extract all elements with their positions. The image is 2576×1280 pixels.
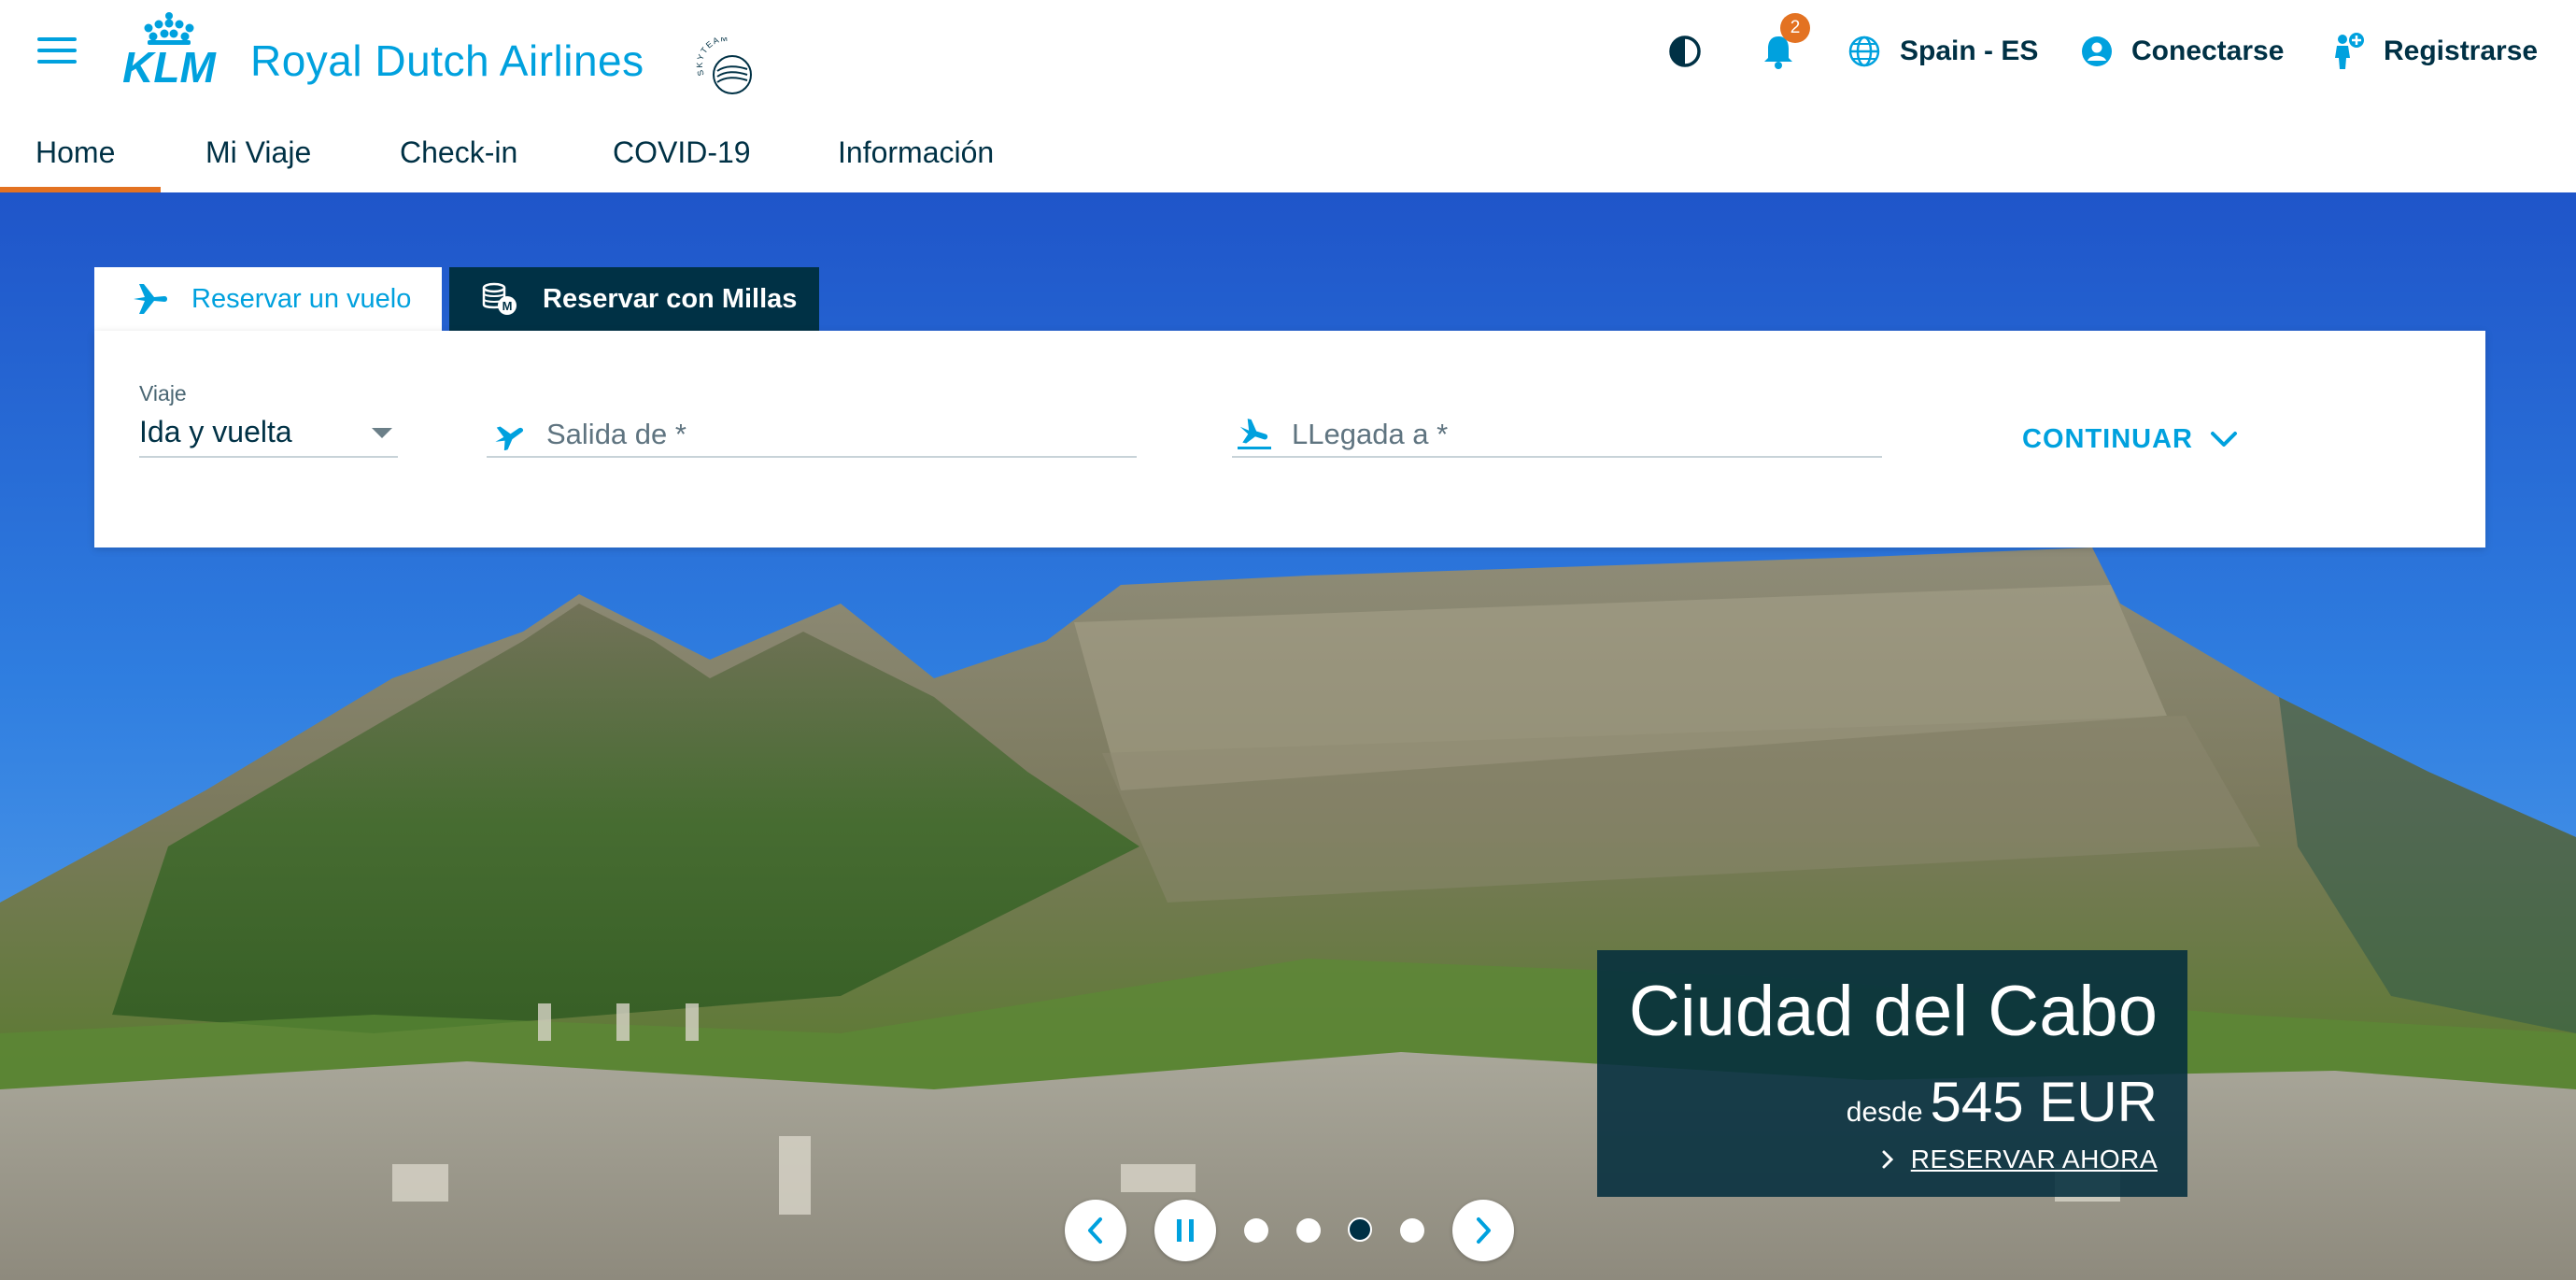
nav-home-label: Home (35, 135, 116, 169)
promo-from-label: desde (1846, 1097, 1923, 1128)
miles-coins-icon: M (482, 282, 517, 315)
takeoff-icon (495, 426, 524, 450)
carousel-dot-3[interactable] (1348, 1217, 1372, 1242)
globe-icon (1848, 36, 1880, 67)
nav-check-in[interactable]: Check-in (400, 112, 613, 192)
tab-book-flight-label: Reservar un vuelo (191, 283, 412, 314)
landing-icon (1238, 419, 1271, 449)
notification-badge: 2 (1780, 13, 1810, 43)
contrast-toggle[interactable] (1668, 28, 1702, 75)
tab-book-miles-label: Reservar con Millas (543, 283, 798, 314)
nav-informacion-label: Información (838, 135, 995, 169)
booking-panel: Viaje Ida y vuelta CONTINUAR (94, 331, 2485, 548)
carousel-next-button[interactable] (1452, 1200, 1514, 1261)
carousel-dot-4[interactable] (1400, 1218, 1424, 1243)
arrival-field[interactable] (1232, 415, 1882, 458)
add-person-icon (2335, 33, 2364, 69)
chevron-right-icon (1477, 1217, 1491, 1244)
brand-name: Royal Dutch Airlines (250, 36, 644, 85)
region-selector[interactable]: Spain - ES (1847, 28, 2038, 75)
chevron-right-icon (1882, 1150, 1893, 1169)
promo-price: 545 EUR (1930, 1071, 2158, 1133)
nav-covid[interactable]: COVID-19 (613, 112, 838, 192)
svg-text:M: M (502, 299, 513, 313)
promo-card[interactable]: Ciudad del Cabo desde 545 EUR RESERVAR AH… (1597, 950, 2187, 1197)
departure-input[interactable] (546, 415, 1125, 454)
site-header: KLM Royal Dutch Airlines SKYTEAM 2 Spain… (0, 0, 2576, 192)
continue-label: CONTINUAR (2022, 423, 2193, 454)
user-icon (2082, 36, 2112, 66)
arrival-input[interactable] (1292, 415, 1871, 454)
klm-logo[interactable]: KLM (108, 9, 230, 86)
trip-type-label: Viaje (139, 381, 187, 405)
promo-price-row: desde 545 EUR (1847, 1070, 2158, 1134)
login-label: Conectarse (2131, 36, 2285, 66)
main-nav: Home Mi Viaje Check-in COVID-19 Informac… (0, 112, 1099, 192)
svg-text:KLM: KLM (122, 43, 217, 86)
continue-button[interactable]: CONTINUAR (2022, 420, 2238, 458)
contrast-icon[interactable] (1668, 35, 1702, 68)
plane-icon (134, 284, 167, 314)
promo-city: Ciudad del Cabo (1628, 972, 2158, 1051)
chevron-down-icon (372, 428, 392, 438)
register-button[interactable]: Registrarse (2328, 28, 2538, 75)
tab-book-miles[interactable]: M Reservar con Millas (449, 267, 819, 331)
menu-icon[interactable] (37, 37, 77, 65)
nav-check-in-label: Check-in (400, 135, 518, 169)
trip-type-select[interactable]: Ida y vuelta (139, 415, 398, 458)
login-button[interactable]: Conectarse (2081, 28, 2284, 75)
trip-type-value: Ida y vuelta (139, 415, 292, 448)
carousel-dot-2[interactable] (1296, 1218, 1321, 1243)
region-label: Spain - ES (1900, 36, 2039, 66)
departure-field[interactable] (487, 415, 1137, 458)
register-label: Registrarse (2384, 36, 2539, 66)
nav-home[interactable]: Home (0, 112, 161, 192)
book-now-label: RESERVAR AHORA (1910, 1145, 2158, 1173)
book-now-link[interactable]: RESERVAR AHORA (1881, 1145, 2158, 1174)
carousel-pause-button[interactable] (1154, 1200, 1216, 1261)
tab-book-flight[interactable]: Reservar un vuelo (94, 267, 442, 331)
pause-icon (1177, 1219, 1194, 1242)
nav-covid-label: COVID-19 (613, 135, 751, 169)
chevron-down-icon (2211, 432, 2237, 447)
nav-mi-viaje[interactable]: Mi Viaje (161, 112, 400, 192)
skyteam-logo: SKYTEAM (695, 37, 752, 94)
chevron-left-icon (1088, 1217, 1102, 1244)
nav-mi-viaje-label: Mi Viaje (205, 135, 312, 169)
carousel-dot-1[interactable] (1244, 1218, 1268, 1243)
nav-informacion[interactable]: Información (838, 112, 1099, 192)
carousel-prev-button[interactable] (1065, 1200, 1126, 1261)
